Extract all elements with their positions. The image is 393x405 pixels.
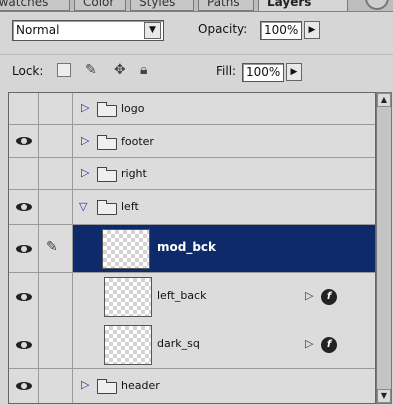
link-toggle[interactable]: ✎ [39,225,73,272]
layer-row-header[interactable]: ▷ header [9,369,375,403]
blend-mode-select[interactable]: Normal ▼ [12,20,164,41]
eye-icon[interactable] [16,340,32,350]
lock-move-icon[interactable]: ✥ [114,61,126,79]
visibility-toggle[interactable] [9,93,39,124]
effects-expand-arrow-icon[interactable]: ▷ [305,337,313,350]
dropdown-arrow-icon[interactable]: ▼ [144,22,161,39]
layer-row-logo[interactable]: ▷ logo [9,93,375,125]
eye-icon[interactable] [16,202,32,212]
layer-name: header [121,379,160,392]
layer-name: right [121,167,147,180]
expand-arrow-icon[interactable]: ▷ [81,134,89,147]
expand-arrow-icon[interactable]: ▷ [81,101,89,114]
layer-name: left_back [157,289,207,302]
effects-expand-arrow-icon[interactable]: ▷ [305,289,313,302]
opacity-input[interactable]: 100% [260,21,302,40]
layer-name: mod_bck [157,240,217,254]
layer-thumbnail [104,325,152,365]
visibility-toggle[interactable] [9,273,39,321]
eye-icon[interactable] [16,292,32,302]
layer-row-left-back[interactable]: left_back ▷ f [9,273,375,321]
visibility-toggle[interactable] [9,321,39,368]
visibility-toggle[interactable] [9,369,39,403]
layer-name: dark_sq [157,337,200,350]
layer-thumbnail [104,277,152,317]
scroll-up-arrow-icon[interactable]: ▲ [377,93,391,107]
link-toggle[interactable] [39,190,73,224]
expand-arrow-icon[interactable]: ▷ [81,378,89,391]
visibility-toggle[interactable] [9,190,39,224]
visibility-toggle[interactable] [9,225,39,272]
layers-list: ▷ logo ▷ footer ▷ right ▽ left ✎ mod_bck [8,92,376,404]
lock-label: Lock: [12,64,44,78]
eye-icon[interactable] [16,136,32,146]
layer-row-mod-bck[interactable]: ✎ mod_bck [9,225,375,273]
scroll-down-arrow-icon[interactable]: ▼ [377,389,391,403]
link-toggle[interactable] [39,158,73,189]
layers-scrollbar[interactable]: ▲ ▼ [376,92,392,404]
blend-mode-value: Normal [16,23,60,37]
tab-swatches[interactable]: Swatches [0,0,70,11]
layer-thumbnail [102,229,150,269]
collapse-arrow-icon[interactable]: ▽ [79,200,87,213]
folder-icon [97,102,117,117]
panel-menu-button[interactable] [365,0,389,10]
layer-name: logo [121,102,145,115]
layer-name: left [121,200,139,213]
opacity-slider-arrow-icon[interactable]: ▶ [304,21,320,39]
link-toggle[interactable] [39,125,73,157]
visibility-toggle[interactable] [9,125,39,157]
expand-arrow-icon[interactable]: ▷ [81,166,89,179]
eye-icon[interactable] [16,244,32,254]
tab-paths[interactable]: Paths [198,0,254,11]
tab-layers[interactable]: Layers [258,0,348,11]
eye-icon[interactable] [16,381,32,391]
lock-transparency-checkbox[interactable] [57,63,71,77]
layer-row-footer[interactable]: ▷ footer [9,125,375,158]
layer-row-dark-sq[interactable]: dark_sq ▷ f [9,321,375,369]
panel-tab-strip: Swatches Color Styles Paths Layers [0,0,393,12]
paintbrush-icon: ✎ [46,239,58,255]
layer-effects-icon[interactable]: f [321,337,337,353]
link-toggle[interactable] [39,369,73,403]
lock-fill-row: Lock: ✎ ✥ 🔒︎ Fill: 100% ▶ [0,54,393,88]
visibility-toggle[interactable] [9,158,39,189]
link-toggle[interactable] [39,273,73,321]
fill-label: Fill: [216,64,237,78]
tab-color[interactable]: Color [74,0,126,11]
fill-slider-arrow-icon[interactable]: ▶ [286,63,302,81]
lock-all-icon[interactable]: 🔒︎ [140,61,147,79]
layer-row-left[interactable]: ▽ left [9,190,375,225]
folder-icon [97,167,117,182]
blend-opacity-row: Normal ▼ Opacity: 100% ▶ [0,14,393,50]
link-toggle[interactable] [39,93,73,124]
fill-input[interactable]: 100% [242,63,284,82]
lock-brush-icon[interactable]: ✎ [85,61,97,79]
layer-effects-icon[interactable]: f [321,289,337,305]
folder-icon [97,200,117,215]
layer-name: footer [121,135,154,148]
folder-icon [97,379,117,394]
tab-styles[interactable]: Styles [130,0,194,11]
opacity-label: Opacity: [198,22,248,36]
folder-icon [97,135,117,150]
link-toggle[interactable] [39,321,73,368]
layer-row-right[interactable]: ▷ right [9,158,375,190]
